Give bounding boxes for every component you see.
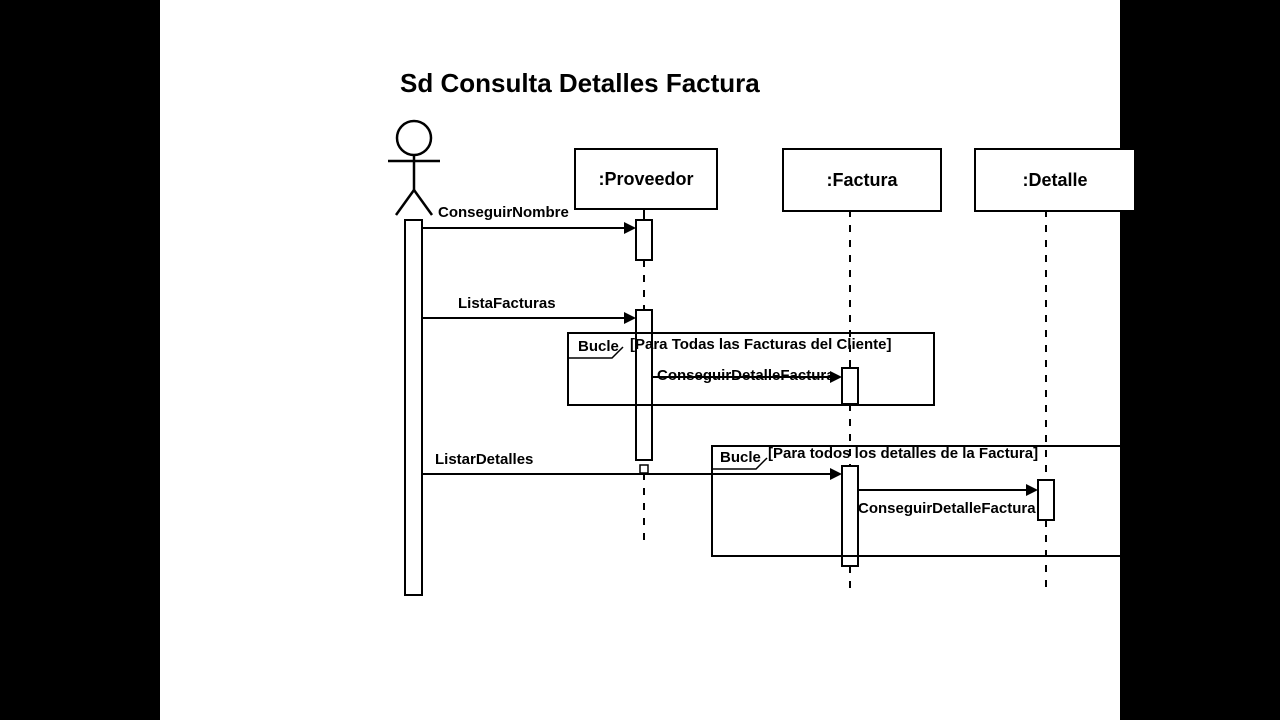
loop2-label: Bucle — [720, 449, 761, 466]
lifeline-factura: :Factura — [782, 148, 942, 212]
factura-activation-1 — [842, 368, 858, 404]
factura-activation-2 — [842, 466, 858, 566]
lifeline-detalle: :Detalle — [974, 148, 1136, 212]
label-cdf1: ConseguirDetalleFactura — [657, 367, 835, 384]
msg-cdf2-arrow — [1026, 484, 1038, 496]
loop1-guard: [Para Todas las Facturas del Cliente] — [630, 336, 891, 353]
label-cdf2: ConseguirDetalleFactura — [858, 500, 1036, 517]
proveedor-activation-1 — [636, 220, 652, 260]
proveedor-activation-2 — [636, 310, 652, 460]
actor-icon — [388, 121, 440, 215]
loop2-guard: [Para todos los detalles de la Factura] — [768, 445, 1038, 462]
detalle-activation — [1038, 480, 1054, 520]
label-listar-detalles: ListarDetalles — [435, 451, 533, 468]
msg-conseguir-nombre-arrow — [624, 222, 636, 234]
msg-listar-detalles-arrow — [830, 468, 842, 480]
label-lista-facturas: ListaFacturas — [458, 295, 556, 312]
diagram-svg — [160, 0, 1120, 720]
msg-lista-facturas-arrow — [624, 312, 636, 324]
loop1-label: Bucle — [578, 338, 619, 355]
proveedor-anchor — [640, 465, 648, 473]
diagram-page: Sd Consulta Detalles Factura — [160, 0, 1120, 720]
label-conseguir-nombre: ConseguirNombre — [438, 204, 569, 221]
lifeline-proveedor: :Proveedor — [574, 148, 718, 210]
actor-activation — [405, 220, 422, 595]
